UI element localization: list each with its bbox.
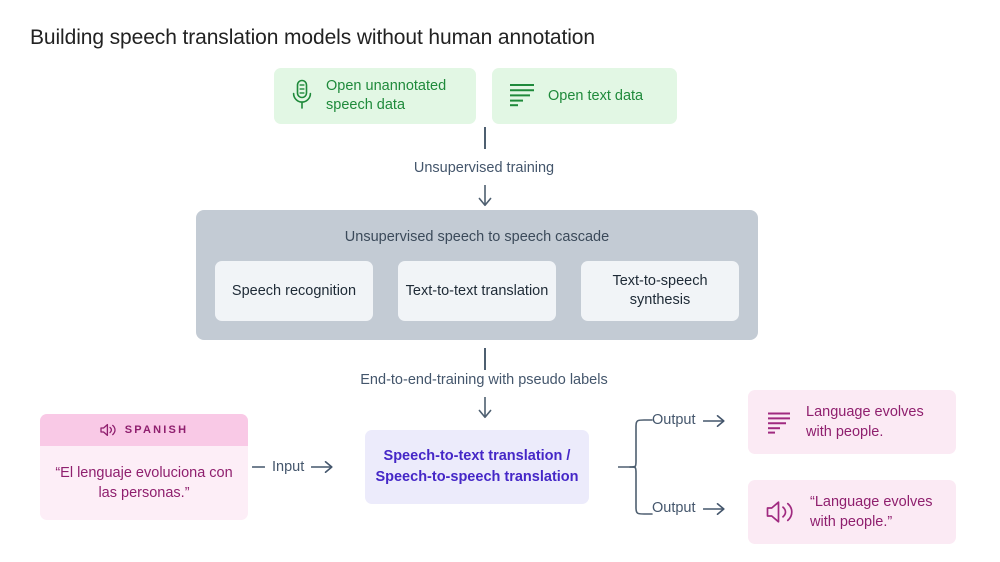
text-lines-icon — [766, 409, 792, 435]
output-card-audio: “Language evolves with people.” — [748, 480, 956, 544]
model-card[interactable]: Speech-to-text translation / Speech-to-s… — [365, 430, 589, 504]
cascade-panel: Unsupervised speech to speech cascade Sp… — [196, 210, 758, 340]
cascade-title: Unsupervised speech to speech cascade — [344, 229, 610, 245]
input-language-label: SPANISH — [124, 424, 189, 436]
output-card-audio-label: “Language evolves with people.” — [810, 494, 933, 530]
arrow-right-output-text-icon — [702, 414, 725, 428]
speaker-icon — [100, 423, 117, 437]
cascade-card-text-to-text-translation[interactable]: Text-to-text translation — [398, 261, 556, 321]
end-to-end-training-label: End-to-end-training with pseudo labels — [360, 372, 608, 388]
connector-dash-icon — [252, 465, 265, 469]
microphone-icon — [290, 78, 314, 115]
page-title: Building speech translation models witho… — [30, 26, 595, 49]
output-card-text: Language evolves with people. — [748, 390, 956, 454]
arrow-right-input-icon — [311, 460, 333, 474]
source-box-speech-data[interactable]: Open unannotated speech data — [274, 68, 476, 124]
source-box-text-label: Open text data — [548, 87, 644, 104]
input-card: SPANISH “El lenguaje evoluciona con las … — [40, 414, 248, 520]
source-box-speech-label: Open unannotated speech data — [326, 78, 447, 113]
cascade-card-list: Speech recognition Text-to-text translat… — [215, 261, 739, 321]
arrow-down-to-model-icon — [476, 397, 494, 419]
output-connector-audio: Output — [652, 499, 725, 518]
unsupervised-training-label: Unsupervised training — [413, 160, 555, 176]
text-lines-icon — [508, 80, 536, 113]
output-connector-audio-label: Output — [652, 500, 696, 516]
arrow-right-output-audio-icon — [702, 502, 725, 516]
input-card-header: SPANISH — [40, 414, 248, 446]
output-connector-text-label: Output — [652, 412, 696, 428]
input-connector-label: Input — [272, 458, 305, 475]
output-card-text-label: Language evolves with people. — [806, 404, 924, 440]
input-connector: Input — [252, 454, 360, 480]
connector-line-cascade-to-label — [484, 348, 486, 370]
cascade-card-text-to-speech-synthesis[interactable]: Text-to-speech synthesis — [581, 261, 739, 321]
source-box-text-data[interactable]: Open text data — [492, 68, 677, 124]
speaker-icon — [766, 499, 796, 525]
arrow-down-to-cascade-icon — [476, 185, 494, 207]
input-card-text: “El lenguaje evoluciona con las personas… — [55, 465, 233, 501]
output-connector-text: Output — [652, 411, 725, 430]
connector-line-sources-to-label — [484, 127, 486, 149]
cascade-card-speech-recognition[interactable]: Speech recognition — [215, 261, 373, 321]
diagram-canvas: Building speech translation models witho… — [0, 0, 1000, 562]
